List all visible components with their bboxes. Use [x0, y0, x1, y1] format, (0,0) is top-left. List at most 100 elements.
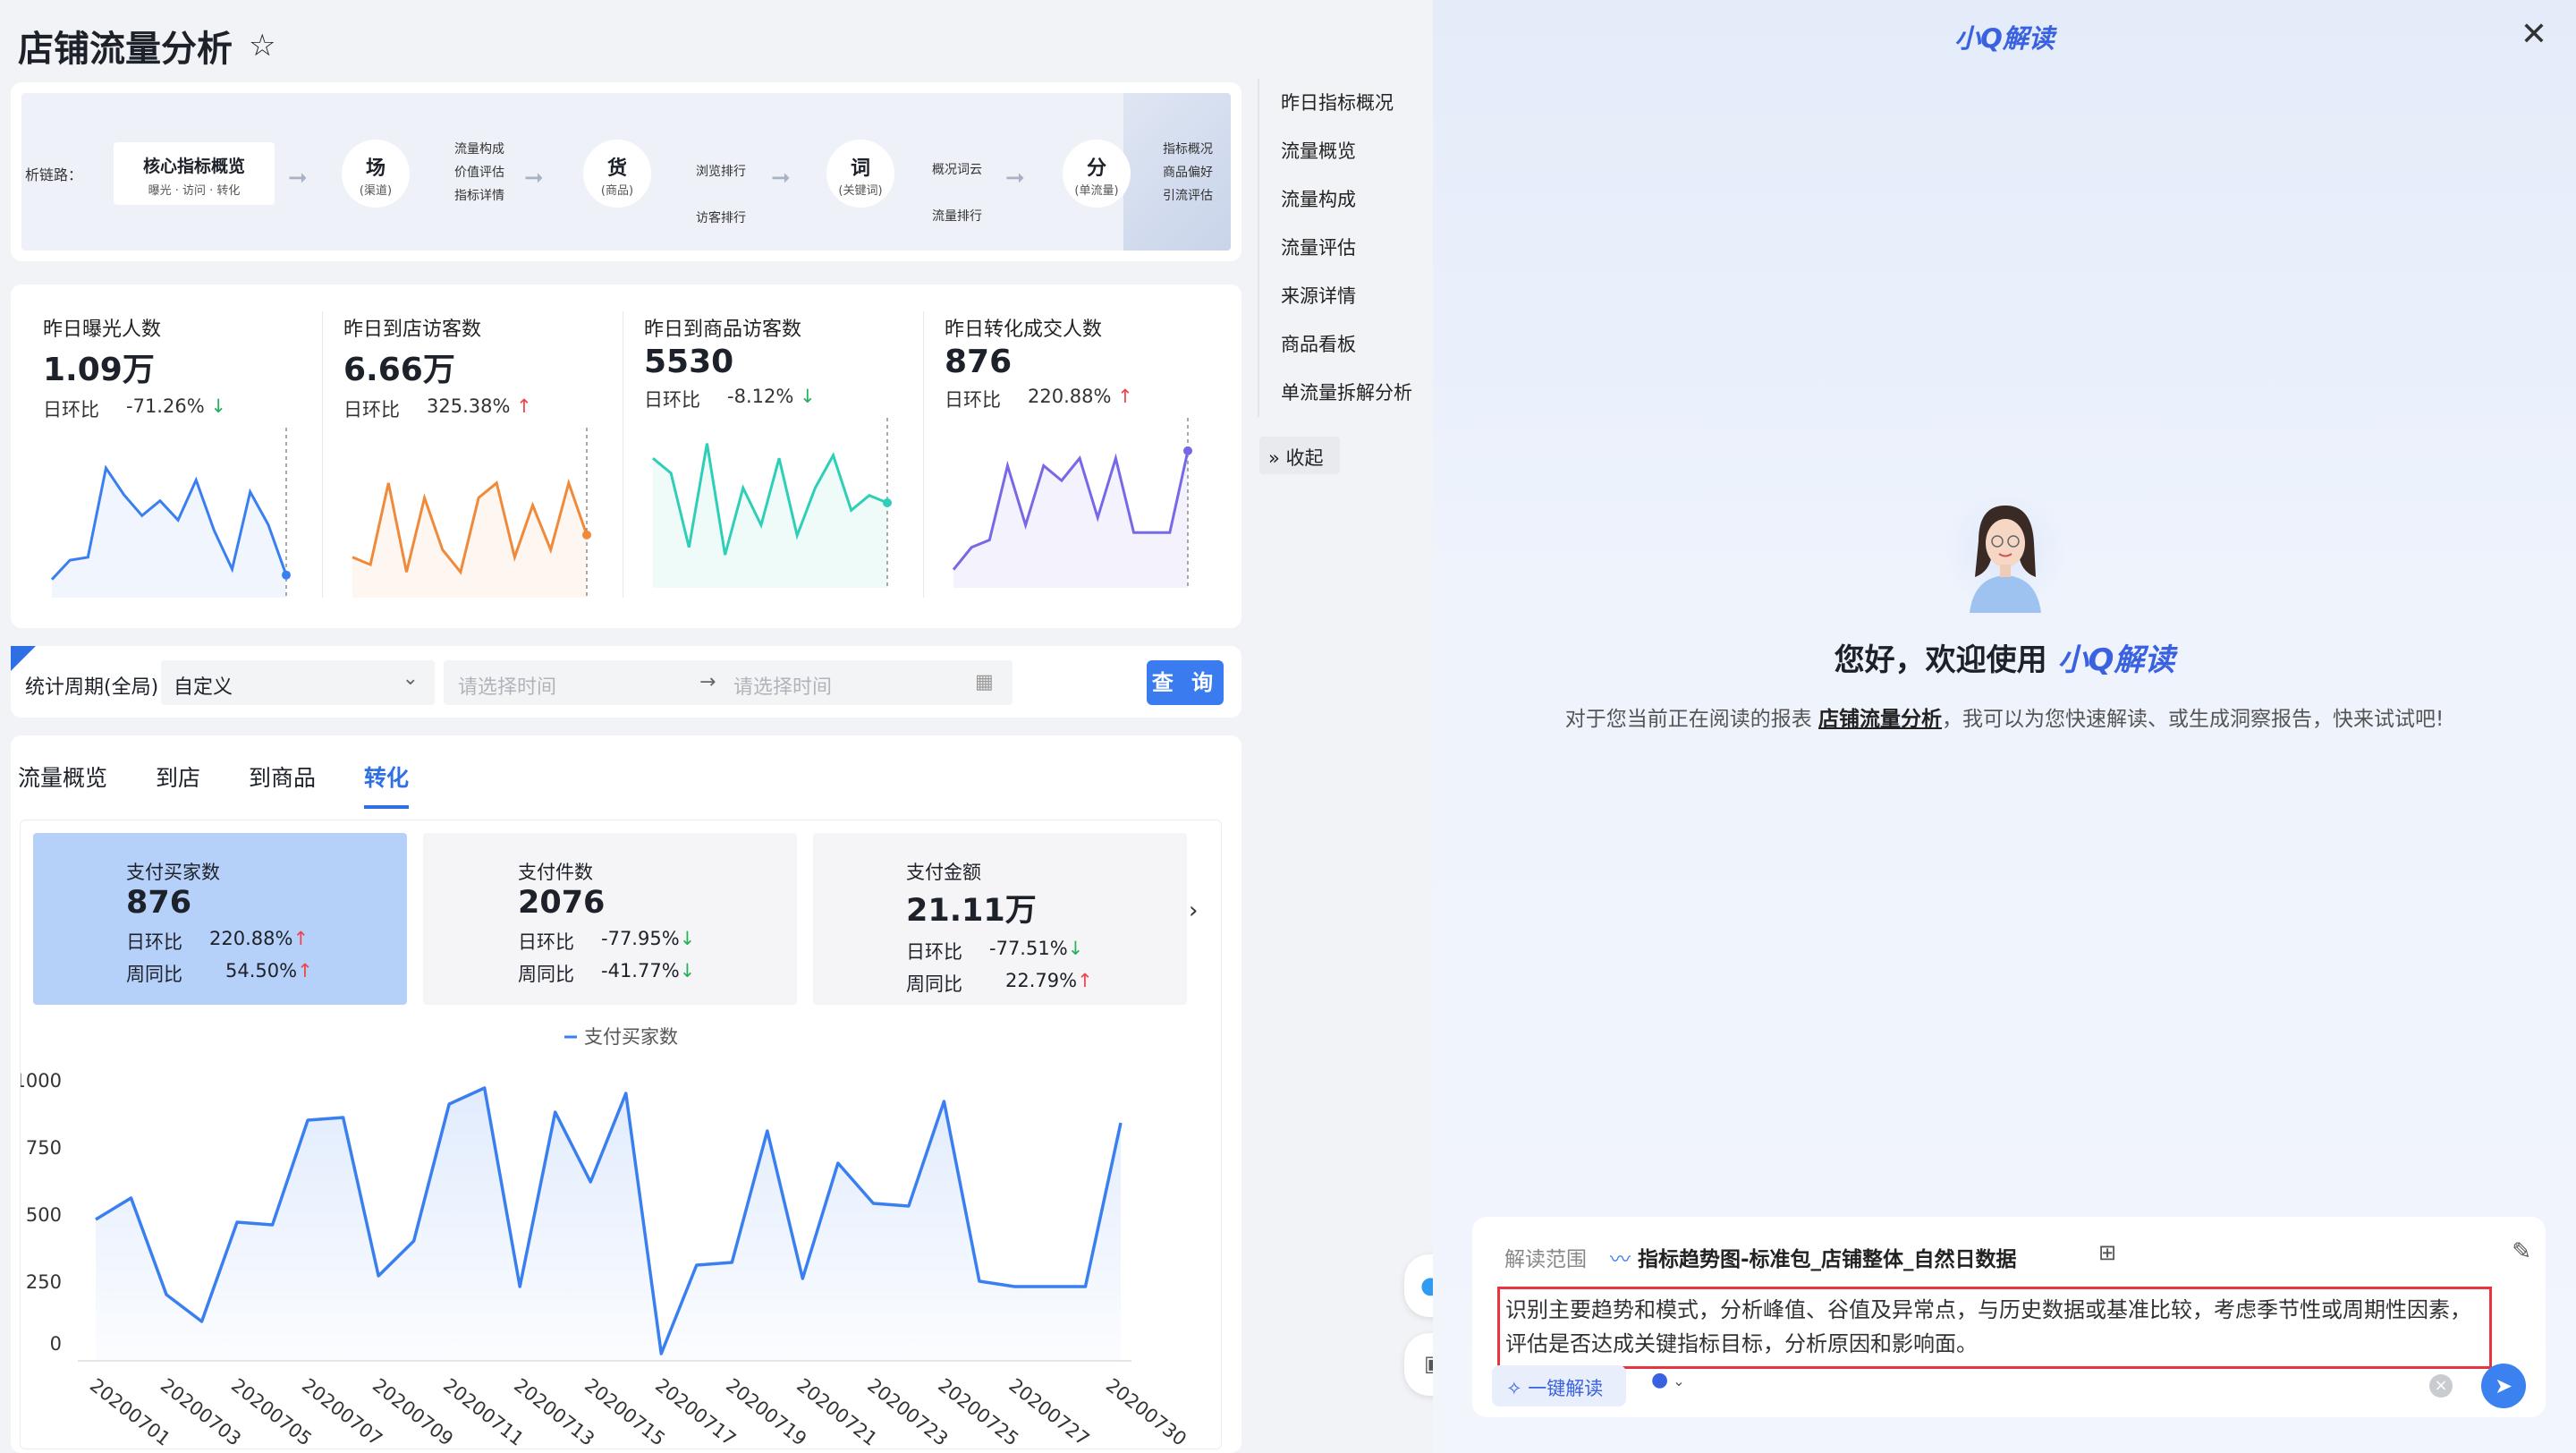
buyers-trend-chart: 支付买家数02505007501000202007012020070320200… [21, 1026, 1191, 1450]
node-single-items[interactable]: 指标概况 商品偏好 引流评估 [1163, 138, 1213, 208]
metric-wow-label: 周同比 [906, 973, 962, 995]
model-select[interactable]: ● ⌄ [1651, 1369, 1703, 1403]
node-keyword[interactable]: 词 (关键词) [826, 140, 894, 208]
send-button[interactable]: ➤ [2481, 1364, 2526, 1408]
metric-dod-value: 220.88% [209, 928, 293, 949]
divider [923, 311, 924, 598]
sub-item[interactable]: 指标详情 [454, 184, 504, 208]
kpi-chg-label: 日环比 [343, 399, 400, 421]
chevron-right-icon[interactable]: › [1189, 897, 1198, 924]
scope-value[interactable]: 指标趋势图-标准包_店铺整体_自然日数据 [1638, 1242, 2017, 1272]
sub-item[interactable]: 引流评估 [1163, 184, 1213, 208]
node-single-flow[interactable]: 分 (单流量) [1063, 140, 1131, 208]
arrow-down-icon: ↓ [679, 928, 696, 949]
nav-item-goods-board[interactable]: 商品看板 [1281, 320, 1436, 369]
period-label: 统计周期(全局) [25, 676, 159, 699]
arrow-right-icon: ➞ [1005, 165, 1025, 191]
sparkline-area [653, 443, 887, 588]
kpi-label: 昨日到商品访客数 [644, 319, 802, 341]
node-channel[interactable]: 场 (渠道) [342, 140, 410, 208]
sub-item[interactable]: 流量排行 [932, 193, 982, 240]
metric-wow-label: 周同比 [518, 964, 574, 985]
sparkline-last-point [883, 498, 892, 507]
node-single-main: 分 [1086, 157, 1106, 180]
arrow-down-icon: ↓ [210, 395, 226, 417]
send-icon: ➤ [2494, 1373, 2513, 1398]
kpi-label: 昨日曝光人数 [43, 319, 162, 341]
kpi-chg-value: -71.26% [126, 395, 205, 417]
welcome-brand: 小Q解读 [2057, 642, 2175, 678]
tab-to-store[interactable]: 到店 [156, 760, 200, 809]
kpi-label: 昨日到店访客数 [343, 319, 482, 341]
analysis-chain-card: 析链路： 核心指标概览 曝光 · 访问 · 转化 ➞ 场 (渠道) 流量构成 价值评… [11, 82, 1241, 261]
kpi-goods-visitors[interactable]: 昨日到商品访客数 5530 日环比 -8.12% ↓ [644, 313, 930, 591]
nav-item-yesterday-overview[interactable]: 昨日指标概况 [1281, 79, 1436, 127]
sub-item[interactable]: 指标概况 [1163, 138, 1213, 161]
scope-label: 解读范围 [1504, 1248, 1587, 1271]
sub-item[interactable]: 概况词云 [932, 147, 982, 193]
kpi-sparkline [352, 428, 591, 598]
date-range-picker[interactable]: 请选择时间 → 请选择时间 ▦ [444, 660, 1013, 705]
node-single-sub: (单流量) [1074, 184, 1119, 198]
double-chevron-right-icon: » [1268, 447, 1280, 469]
scope-row: 解读范围 〰 指标趋势图-标准包_店铺整体_自然日数据 [1504, 1242, 2017, 1272]
tab-traffic-overview[interactable]: 流量概览 [18, 760, 107, 809]
kpi-chg-value: 325.38% [427, 395, 511, 417]
nav-item-traffic-evaluation[interactable]: 流量评估 [1281, 224, 1436, 272]
arrow-right-icon: → [699, 671, 716, 693]
y-tick-label: 500 [26, 1204, 62, 1226]
one-key-interpret-button[interactable]: ✧ 一键解读 [1492, 1365, 1626, 1406]
kpi-sparkline [652, 418, 892, 588]
nav-item-single-flow[interactable]: 单流量拆解分析 [1281, 369, 1436, 417]
calendar-icon[interactable]: ▦ [975, 671, 994, 693]
period-select[interactable]: 自定义 ⌄ [161, 660, 435, 705]
sub-item[interactable]: 流量构成 [454, 138, 504, 161]
kpi-chg: -71.26% ↓ [126, 395, 226, 422]
kpi-store-visitors[interactable]: 昨日到店访客数 6.66万 日环比 325.38% ↑ [343, 313, 630, 601]
sub-item[interactable]: 商品偏好 [1163, 161, 1213, 184]
sub-item[interactable]: 访客排行 [696, 195, 746, 242]
tab-to-goods[interactable]: 到商品 [249, 760, 316, 809]
kpi-value: 5530 [644, 344, 734, 380]
end-date-input[interactable]: 请选择时间 [733, 671, 832, 700]
clear-icon[interactable]: × [2429, 1374, 2453, 1398]
ai-assistant-panel: 小Q解读 ✕ 您好，欢迎使用 小Q解读 对于您当前正在阅读的报表 店铺流量分析，… [1433, 0, 2576, 1453]
tab-conversion[interactable]: 转化 [364, 760, 410, 809]
close-icon[interactable]: ✕ [2521, 16, 2547, 53]
metric-value: 21.11万 [906, 893, 1037, 929]
query-button[interactable]: 查 询 [1147, 660, 1224, 705]
kpi-exposure[interactable]: 昨日曝光人数 1.09万 日环比 -71.26% ↓ [43, 313, 329, 601]
sub-item[interactable]: 价值评估 [454, 161, 504, 184]
node-channel-items[interactable]: 流量构成 价值评估 指标详情 [454, 138, 504, 208]
intro-report-link[interactable]: 店铺流量分析 [1818, 708, 1942, 731]
collapse-button[interactable]: » 收起 [1259, 437, 1340, 474]
y-tick-label: 250 [26, 1271, 62, 1293]
node-keyword-items[interactable]: 概况词云 流量排行 [932, 147, 982, 240]
kpi-conversions[interactable]: 昨日转化成交人数 876 日环比 220.88% ↑ [945, 313, 1231, 591]
welcome-heading: 您好，欢迎使用 小Q解读 [1433, 635, 2576, 679]
star-icon[interactable]: ☆ [249, 28, 275, 64]
metric-card-amount[interactable]: 支付金额 21.11万 日环比 -77.51%↓ 周同比 22.79%↑ [813, 833, 1187, 1005]
sub-item[interactable]: 浏览排行 [696, 149, 746, 195]
node-goods[interactable]: 货 (商品) [583, 140, 651, 208]
metric-card-items[interactable]: 支付件数 2076 日环比 -77.95%↓ 周同比 -41.77%↓ [423, 833, 797, 1005]
core-metrics-node[interactable]: 核心指标概览 曝光 · 访问 · 转化 [114, 142, 275, 205]
metric-card-buyers[interactable]: 支付买家数 876 日环比 220.88%↑ 周同比 54.50%↑ [33, 833, 407, 1005]
edit-icon[interactable]: ✎ [2512, 1238, 2531, 1265]
prompt-textarea[interactable]: 识别主要趋势和模式，分析峰值、谷值及异常点，与历史数据或基准比较，考虑季节性或周… [1497, 1287, 2492, 1369]
table-icon[interactable]: ⊞ [2098, 1240, 2116, 1265]
node-goods-items[interactable]: 浏览排行 访客排行 [696, 149, 746, 242]
sparkline-area [52, 468, 286, 598]
start-date-input[interactable]: 请选择时间 [458, 671, 556, 700]
detail-card: 流量概览 到店 到商品 转化 支付买家数 876 日环比 220.88%↑ 周同比… [11, 735, 1241, 1453]
divider [322, 311, 323, 598]
arrow-down-icon: ↓ [679, 960, 696, 981]
nav-item-source-detail[interactable]: 来源详情 [1281, 272, 1436, 320]
sparkline-last-point [582, 530, 591, 540]
metric-wow-label: 周同比 [126, 964, 182, 985]
metric-dod-value: -77.95% [601, 928, 680, 949]
nav-item-traffic-overview[interactable]: 流量概览 [1281, 127, 1436, 175]
nav-item-traffic-composition[interactable]: 流量构成 [1281, 175, 1436, 224]
arrow-down-icon: ↓ [799, 386, 816, 407]
metric-value: 2076 [518, 885, 606, 921]
